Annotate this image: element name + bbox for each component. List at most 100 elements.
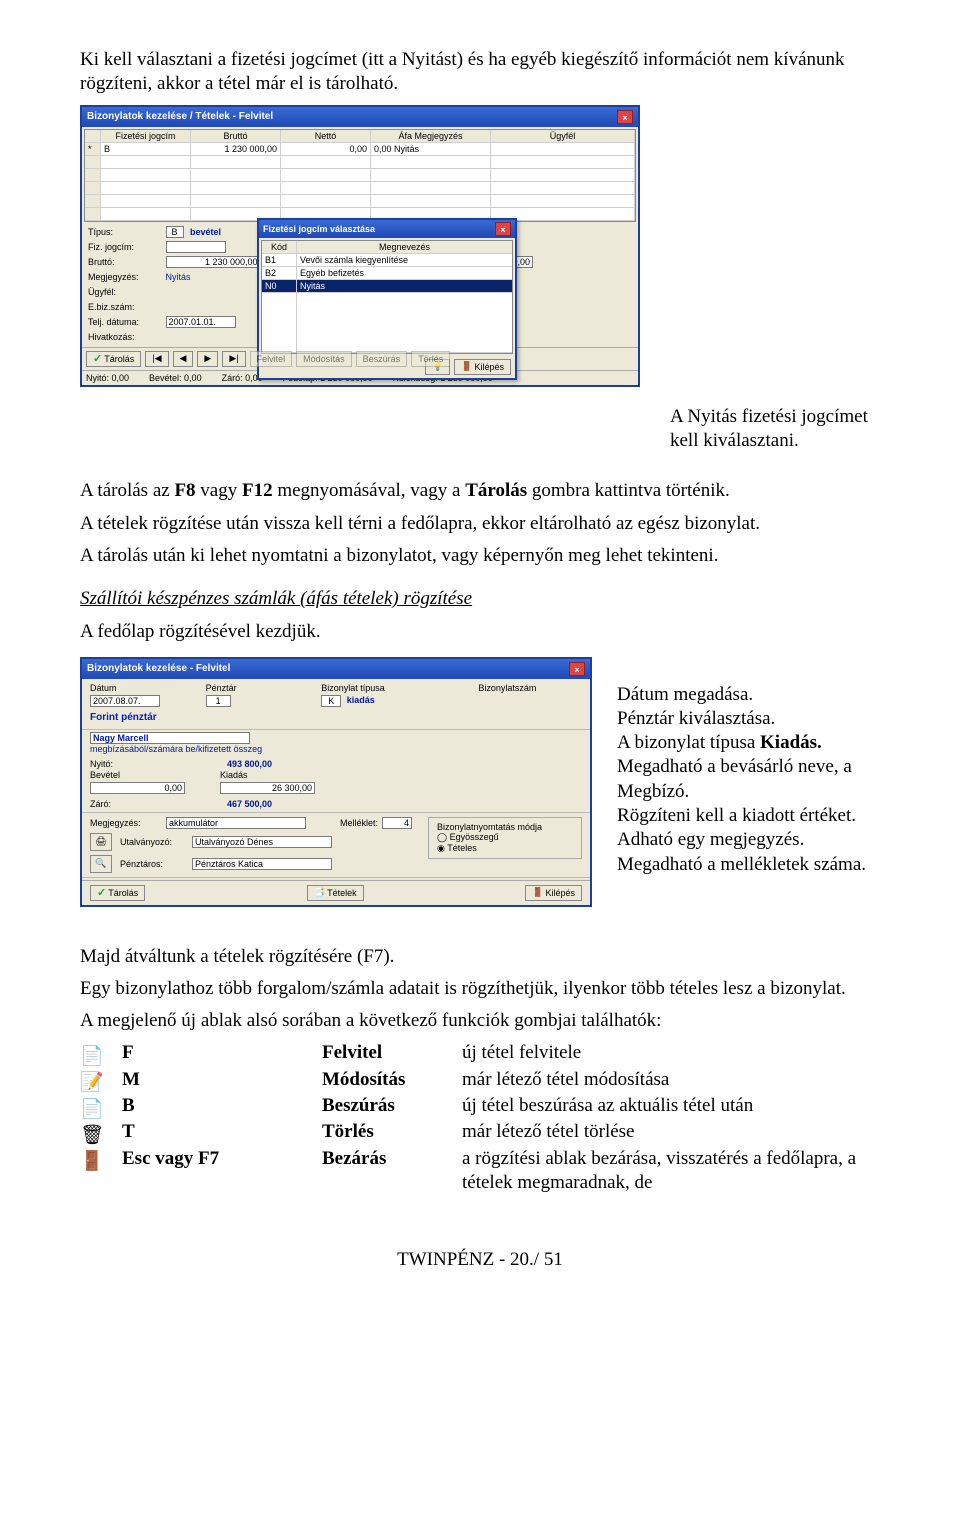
lbl-bevetel: Bevétel xyxy=(90,770,185,780)
val-tipus-code[interactable]: B xyxy=(166,226,184,238)
para-5: A tárolás után ki lehet nyomtatni a bizo… xyxy=(80,544,880,568)
val-biztipus-text: kiadás xyxy=(347,695,375,705)
window-titlebar-2: Bizonylatok kezelése - Felvitel × xyxy=(82,659,590,679)
tarolas-button[interactable]: ✓ Tárolás xyxy=(86,351,141,367)
nav-last-button[interactable]: ▶| xyxy=(222,351,245,367)
tarolas-button-2[interactable]: ✓ Tárolás xyxy=(90,885,145,901)
fn-name: Bezárás xyxy=(322,1147,462,1198)
input-melleklet[interactable]: 4 xyxy=(382,817,412,829)
nav-prev-button[interactable]: ◀ xyxy=(173,351,194,367)
popup-row[interactable]: B2Egyéb befizetés xyxy=(262,267,512,280)
felvitel-button[interactable]: Felvitel xyxy=(250,351,293,367)
popup-grid: Kód Megnevezés B1Vevői számla kiegyenlít… xyxy=(261,240,513,354)
modositas-button[interactable]: Módosítás xyxy=(296,351,352,367)
popup-title: Fizetési jogcím választása xyxy=(263,224,375,234)
edit-icon: 📝 xyxy=(80,1071,98,1089)
grid-cell[interactable]: 1 230 000,00 xyxy=(191,143,281,156)
lbl-megjegyzes2: Megjegyzés: xyxy=(90,818,162,828)
section-title: Szállítói készpénzes számlák (áfás tétel… xyxy=(80,588,880,610)
popup-row-selected[interactable]: N0Nyitás xyxy=(262,280,512,293)
para-9: A megjelenő új ablak alsó sorában a köve… xyxy=(80,1009,880,1033)
close-icon[interactable]: × xyxy=(495,222,511,236)
tetelek-button[interactable]: 📑 Tételek xyxy=(307,885,364,901)
fn-key: B xyxy=(122,1094,322,1120)
preview-icon[interactable]: 🔍 xyxy=(90,855,112,873)
grid-col-jogcim: Fizetési jogcím xyxy=(101,130,191,143)
fn-desc: új tétel beszúrása az aktuális tétel utá… xyxy=(462,1094,880,1120)
grid-col-ugyfel: Ügyfél xyxy=(491,130,635,143)
grid-cell[interactable] xyxy=(491,143,635,156)
torles-button[interactable]: Törlés xyxy=(411,351,450,367)
window-titlebar-1: Bizonylatok kezelése / Tételek - Felvite… xyxy=(82,107,638,127)
popup-kilepes-button[interactable]: 🚪 Kilépés xyxy=(454,359,511,375)
popup-col-megnevezes: Megnevezés xyxy=(297,241,512,253)
sub-text: megbízásából/számára be/kifizetett össze… xyxy=(82,744,590,758)
grid-cell[interactable]: 0,00 Nyitás xyxy=(371,143,491,156)
fn-desc: már létező tétel módosítása xyxy=(462,1068,880,1094)
para-7: Majd átváltunk a tételek rögzítésére (F7… xyxy=(80,945,880,969)
grid-cell[interactable]: B xyxy=(101,143,191,156)
val-zaro: 467 500,00 xyxy=(162,799,272,809)
window-title-1: Bizonylatok kezelése / Tételek - Felvite… xyxy=(87,111,273,122)
para-1: Ki kell választani a fizetési jogcímet (… xyxy=(80,48,880,97)
radio-teteles[interactable]: ◉ Tételes xyxy=(437,843,573,854)
lbl-nyito: Nyitó: xyxy=(90,759,162,769)
lbl-biztipus: Bizonylat típusa xyxy=(321,683,385,693)
insert-icon: 📄 xyxy=(80,1098,98,1116)
popup-row[interactable]: B1Vevői számla kiegyenlítése xyxy=(262,254,512,267)
lbl-hiv: Hivatkozás: xyxy=(88,331,163,343)
print-icon[interactable]: 🖨 xyxy=(90,833,112,851)
para-3: A tárolás az F8 vagy F12 megnyomásával, … xyxy=(80,479,880,503)
fn-key: M xyxy=(122,1068,322,1094)
input-megjegyzes2[interactable]: akkumulátor xyxy=(166,817,306,829)
lbl-utalvanyozo: Utalványozó: xyxy=(120,837,188,847)
radiogroup-title: Bizonylatnyomtatás módja xyxy=(437,822,573,832)
input-biztipus-code[interactable]: K xyxy=(321,695,341,707)
penztar-name: Forint pénztár xyxy=(82,711,590,727)
lbl-megjegyzes: Megjegyzés: xyxy=(88,271,163,283)
delete-icon: 🗑 xyxy=(80,1124,98,1142)
exit-icon: 🚪 xyxy=(80,1150,98,1168)
fn-key: F xyxy=(122,1041,322,1067)
fn-key: T xyxy=(122,1120,322,1146)
input-customer[interactable]: Nagy Marcell xyxy=(90,732,250,744)
input-bevetel[interactable]: 0,00 xyxy=(90,782,185,794)
fn-desc: új tétel felvitele xyxy=(462,1041,880,1067)
tetel-grid: Fizetési jogcím Bruttó Nettó Áfa Megjegy… xyxy=(84,129,636,222)
input-penztar[interactable]: 1 xyxy=(206,695,231,707)
lbl-penztaros: Pénztáros: xyxy=(120,859,188,869)
grid-col-netto: Nettó xyxy=(281,130,371,143)
lbl-kiadas: Kiadás xyxy=(220,770,315,780)
input-brutto[interactable]: 1 230 000,00 xyxy=(166,256,261,268)
callout-1: A Nyitás fizetési jogcímet kell kiválasz… xyxy=(670,405,880,454)
print-mode-group: Bizonylatnyomtatás módja ◯ Egyösszegű ◉ … xyxy=(428,817,582,859)
fn-name: Beszúrás xyxy=(322,1094,462,1120)
page-footer: TWINPÉNZ - 20./ 51 xyxy=(80,1249,880,1271)
grid-cell[interactable]: 0,00 xyxy=(281,143,371,156)
close-icon[interactable]: × xyxy=(569,662,585,676)
lbl-melleklet: Melléklet: xyxy=(340,818,378,828)
input-datum[interactable]: 2007.08.07. xyxy=(90,695,160,707)
input-penztaros[interactable]: Pénztáros Katica xyxy=(192,858,332,870)
tetel-form: Típus: B bevétel ulcs: Fiz. jogcím: Brut… xyxy=(82,224,638,347)
input-telj[interactable]: 2007.01.01. xyxy=(166,316,236,328)
lbl-penztar: Pénztár xyxy=(206,683,237,693)
radio-egyosszegu[interactable]: ◯ Egyösszegű xyxy=(437,832,573,843)
lbl-bizszam: Bizonylatszám xyxy=(478,683,536,693)
shot1-toolbar: ✓ Tárolás |◀ ◀ ▶ ▶| Felvitel Módosítás B… xyxy=(82,347,638,370)
para-8: Egy bizonylathoz több forgalom/számla ad… xyxy=(80,977,880,1001)
nav-next-button[interactable]: ▶ xyxy=(197,351,218,367)
kilepes-button[interactable]: 🚪 Kilépés xyxy=(525,885,582,901)
nav-first-button[interactable]: |◀ xyxy=(145,351,168,367)
grid-rowhead xyxy=(85,130,101,143)
val-nyito: 493 800,00 xyxy=(162,759,272,769)
para-4: A tételek rögzítése után vissza kell tér… xyxy=(80,512,880,536)
window-title-2: Bizonylatok kezelése - Felvitel xyxy=(87,663,230,674)
fn-name: Törlés xyxy=(322,1120,462,1146)
close-icon[interactable]: × xyxy=(617,110,633,124)
input-fizjogcim[interactable] xyxy=(166,241,226,253)
input-utalvanyozo[interactable]: Utalványozó Dénes xyxy=(192,836,332,848)
input-kiadas[interactable]: 26 300,00 xyxy=(220,782,315,794)
beszuras-button[interactable]: Beszúrás xyxy=(356,351,408,367)
para-6: A fedőlap rögzítésével kezdjük. xyxy=(80,620,880,644)
